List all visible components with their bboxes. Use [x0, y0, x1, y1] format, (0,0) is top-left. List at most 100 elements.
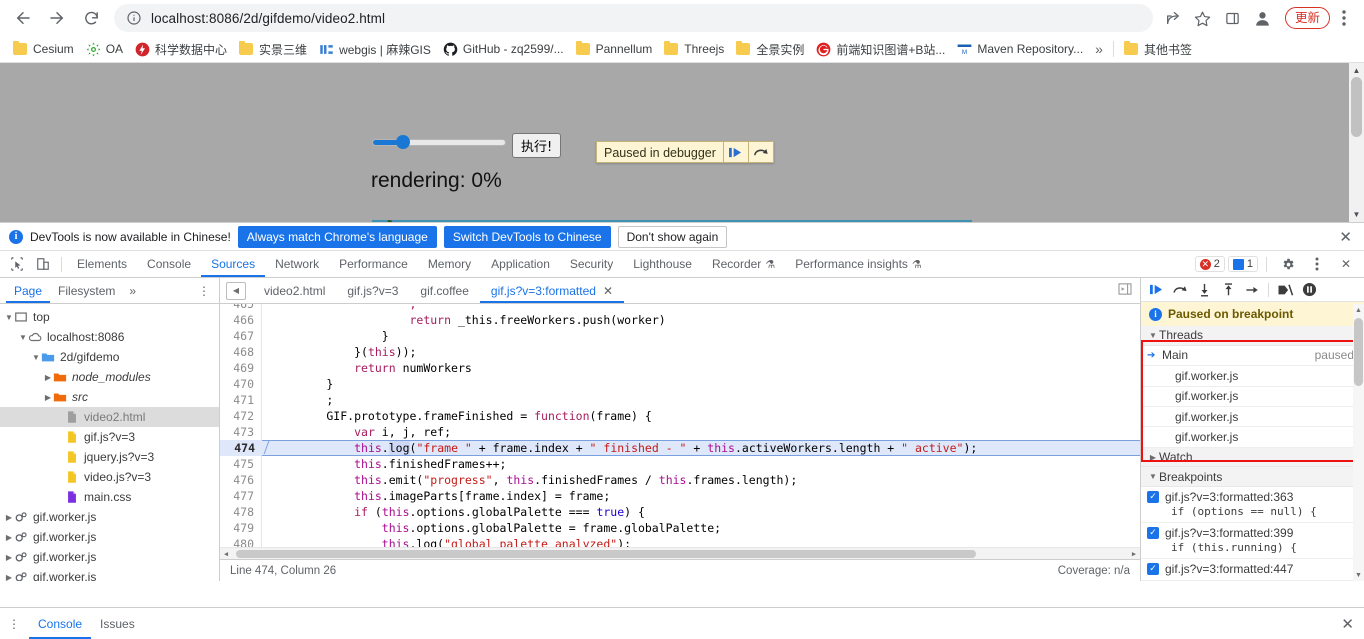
step-into-icon[interactable]: [1193, 279, 1215, 301]
thread-row-main[interactable]: ➔ Main paused: [1141, 346, 1364, 367]
tree-item-src[interactable]: ▶ src: [0, 387, 219, 407]
bookmark-science-data[interactable]: 科学数据中心: [129, 38, 233, 60]
scroll-down-icon[interactable]: ▼: [1353, 569, 1364, 581]
bookmark-webgis[interactable]: webgis | 麻辣GIS: [313, 38, 437, 60]
scroll-right-icon[interactable]: ▶: [1128, 548, 1140, 559]
switch-devtools-language-button[interactable]: Switch DevTools to Chinese: [443, 225, 611, 248]
bookmark-realistic-3d[interactable]: 实景三维: [233, 38, 313, 60]
tree-item-worker-3[interactable]: ▶ gif.worker.js: [0, 547, 219, 567]
show-navigator-icon[interactable]: ◀: [226, 281, 246, 300]
twisty-icon[interactable]: ▼: [1147, 472, 1159, 481]
twisty-icon[interactable]: ▶: [4, 533, 14, 542]
tree-item-gifjs[interactable]: gif.js?v=3: [0, 427, 219, 447]
tab-console[interactable]: Console: [137, 251, 201, 277]
tab-security[interactable]: Security: [560, 251, 623, 277]
step-out-icon[interactable]: [1217, 279, 1239, 301]
settings-gear-icon[interactable]: [1275, 252, 1301, 276]
star-icon[interactable]: [1189, 4, 1217, 32]
editor-tab-gifjs[interactable]: gif.js?v=3: [336, 278, 409, 303]
deactivate-breakpoints-icon[interactable]: [1274, 279, 1296, 301]
breakpoint-checkbox[interactable]: ✓: [1147, 562, 1159, 575]
tree-item-maincss[interactable]: main.css: [0, 487, 219, 507]
navigator-menu-icon[interactable]: ⋮: [198, 284, 219, 298]
address-bar[interactable]: localhost:8086/2d/gifdemo/video2.html: [114, 4, 1153, 32]
side-panel-icon[interactable]: [1219, 4, 1247, 32]
thread-row[interactable]: gif.worker.js: [1141, 427, 1364, 448]
close-icon[interactable]: ✕: [1339, 228, 1355, 246]
editor-tab-gifcoffee[interactable]: gif.coffee: [409, 278, 479, 303]
breakpoint-item[interactable]: ✓ gif.js?v=3:formatted:399 if (this.runn…: [1141, 523, 1364, 559]
twisty-icon[interactable]: ▼: [18, 333, 28, 342]
watch-section-header[interactable]: ▶ Watch: [1141, 447, 1364, 468]
breakpoint-checkbox[interactable]: ✓: [1147, 526, 1159, 539]
thread-row[interactable]: gif.worker.js: [1141, 366, 1364, 387]
scroll-up-icon[interactable]: ▲: [1349, 63, 1364, 78]
tree-item-video2-html[interactable]: video2.html: [0, 407, 219, 427]
drawer-menu-icon[interactable]: ⋮: [6, 617, 29, 631]
twisty-icon[interactable]: ▼: [1147, 331, 1159, 340]
breakpoints-section-header[interactable]: ▼ Breakpoints: [1141, 467, 1364, 487]
close-tab-icon[interactable]: ✕: [603, 284, 613, 298]
scroll-up-icon[interactable]: ▲: [1353, 304, 1364, 316]
back-button[interactable]: [8, 3, 38, 33]
device-toolbar-icon[interactable]: [30, 252, 56, 276]
error-count-badge[interactable]: ✕ 2: [1194, 256, 1225, 272]
page-info-icon[interactable]: [126, 10, 142, 26]
drawer-tab-console[interactable]: Console: [29, 609, 91, 639]
step-icon[interactable]: [1241, 279, 1263, 301]
range-slider[interactable]: [372, 135, 506, 149]
navigator-tab-page[interactable]: Page: [6, 278, 50, 303]
twisty-icon[interactable]: ▶: [4, 513, 14, 522]
editor-tab-video2-html[interactable]: video2.html: [253, 278, 336, 303]
bookmark-pannellum[interactable]: Pannellum: [570, 38, 659, 60]
twisty-icon[interactable]: ▼: [31, 353, 41, 362]
tree-item-worker-2[interactable]: ▶ gif.worker.js: [0, 527, 219, 547]
bookmark-maven-repository[interactable]: M Maven Repository...: [951, 38, 1089, 60]
tab-network[interactable]: Network: [265, 251, 329, 277]
navigator-tab-filesystem[interactable]: Filesystem: [50, 278, 123, 303]
forward-button[interactable]: [42, 3, 72, 33]
bookmarks-overflow-button[interactable]: »: [1089, 41, 1109, 57]
scroll-left-icon[interactable]: ◀: [220, 548, 232, 559]
devtools-close-icon[interactable]: ✕: [1333, 252, 1359, 276]
scroll-down-icon[interactable]: ▼: [1349, 207, 1364, 222]
inspect-element-icon[interactable]: [4, 252, 30, 276]
tab-performance[interactable]: Performance: [329, 251, 418, 277]
other-bookmarks-button[interactable]: 其他书签: [1118, 38, 1198, 60]
tree-item-node-modules[interactable]: ▶ node_modules: [0, 367, 219, 387]
breakpoint-checkbox[interactable]: ✓: [1147, 490, 1159, 503]
bookmark-frontend-knowledge[interactable]: 前端知识图谱+B站...: [810, 38, 951, 60]
tab-application[interactable]: Application: [481, 251, 560, 277]
breakpoint-item[interactable]: ✓ gif.js?v=3:formatted:447: [1141, 559, 1364, 581]
bookmark-oa[interactable]: OA: [80, 38, 129, 60]
tab-performance-insights[interactable]: Performance insights ⚗: [785, 251, 932, 277]
twisty-icon[interactable]: ▶: [43, 373, 53, 382]
devtools-menu-icon[interactable]: [1304, 252, 1330, 276]
tree-item-worker-1[interactable]: ▶ gif.worker.js: [0, 507, 219, 527]
scrollbar-thumb[interactable]: [1354, 318, 1363, 386]
tab-sources[interactable]: Sources: [201, 251, 265, 277]
drawer-close-icon[interactable]: ✕: [1341, 615, 1364, 633]
update-button[interactable]: 更新: [1284, 7, 1330, 29]
profile-avatar-icon[interactable]: [1249, 4, 1277, 32]
threads-section-header[interactable]: ▼ Threads: [1141, 326, 1364, 346]
always-match-language-button[interactable]: Always match Chrome's language: [237, 225, 437, 248]
resume-script-icon[interactable]: [1145, 279, 1167, 301]
editor-tab-gifjs-formatted[interactable]: gif.js?v=3:formatted ✕: [480, 278, 624, 303]
twisty-icon[interactable]: ▶: [43, 393, 53, 402]
thread-row[interactable]: gif.worker.js: [1141, 407, 1364, 428]
bookmark-cesium[interactable]: Cesium: [7, 38, 80, 60]
tree-item-top[interactable]: ▼ top: [0, 307, 219, 327]
twisty-icon[interactable]: ▶: [1147, 453, 1159, 462]
slider-thumb[interactable]: [396, 135, 410, 149]
debugger-scrollbar[interactable]: ▲ ▼: [1353, 304, 1364, 581]
code-viewer[interactable]: 465 ; 466 return _this.freeWorkers.push(…: [220, 304, 1140, 559]
tree-item-videojs[interactable]: video.js?v=3: [0, 467, 219, 487]
twisty-icon[interactable]: ▶: [4, 553, 14, 562]
tree-item-gifdemo[interactable]: ▼ 2d/gifdemo: [0, 347, 219, 367]
run-button[interactable]: 执行!: [512, 133, 562, 158]
step-over-icon[interactable]: [1169, 279, 1191, 301]
editor-panel-toggle-icon[interactable]: [1118, 283, 1140, 298]
scrollbar-thumb[interactable]: [1351, 77, 1362, 137]
tab-recorder[interactable]: Recorder ⚗: [702, 251, 785, 277]
